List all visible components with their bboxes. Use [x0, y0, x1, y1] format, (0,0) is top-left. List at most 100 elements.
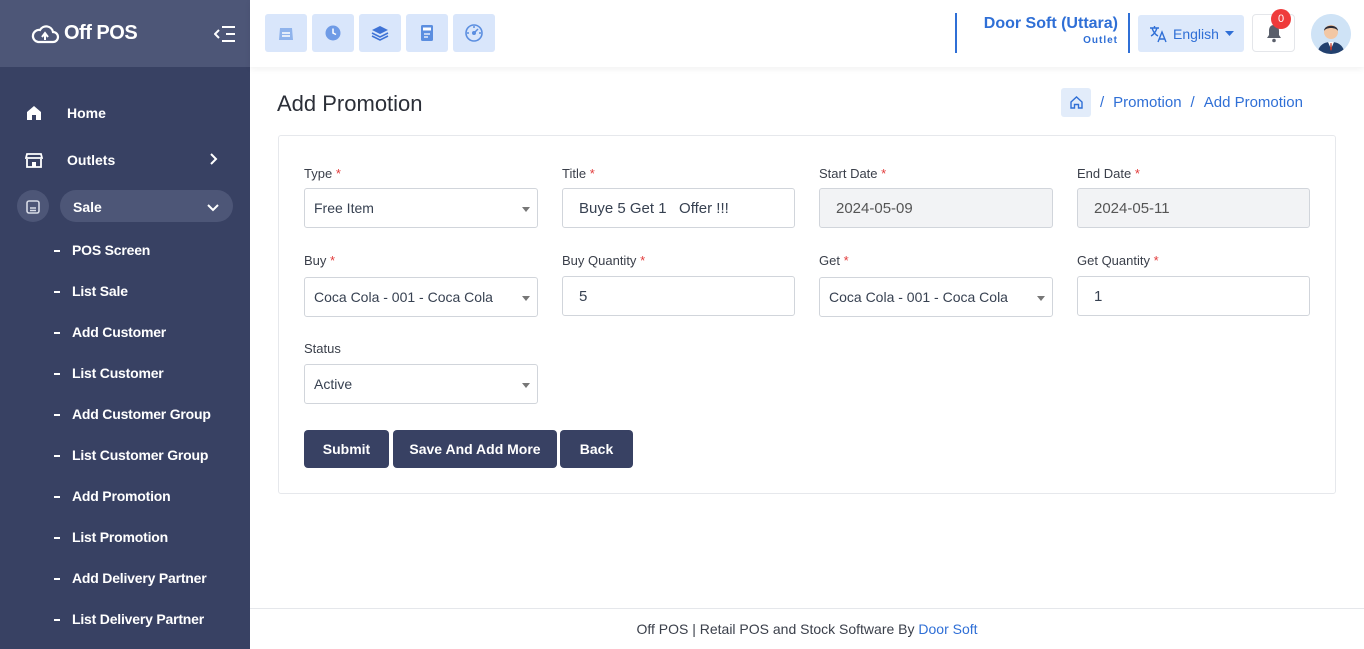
submenu-item-label: List Sale: [72, 283, 128, 299]
pos-register-icon: [279, 28, 293, 40]
sidebar-item-outlets[interactable]: Outlets: [0, 136, 250, 183]
dash-icon: [54, 332, 60, 334]
required-mark: *: [1134, 166, 1140, 181]
start-date-label: Start Date *: [819, 166, 886, 181]
topbar: Door Soft (Uttara) Outlet English 0: [250, 0, 1364, 67]
outlet-label: Outlet: [1083, 35, 1118, 46]
submenu-item-add-delivery-partner[interactable]: Add Delivery Partner: [0, 558, 250, 599]
title-label: Title *: [562, 166, 595, 181]
caret-down-icon: [522, 207, 530, 212]
submenu-item-list-sale[interactable]: List Sale: [0, 271, 250, 312]
sidebar-item-label: Outlets: [67, 151, 116, 168]
submenu-item-list-customer[interactable]: List Customer: [0, 353, 250, 394]
brand-name: Off POS: [64, 22, 138, 44]
submenu-item-label: Add Delivery Partner: [72, 570, 207, 586]
dash-icon: [54, 373, 60, 375]
submenu-item-label: List Customer Group: [72, 447, 209, 463]
submenu-item-add-promotion[interactable]: Add Promotion: [0, 476, 250, 517]
user-avatar[interactable]: [1311, 14, 1351, 54]
label-text: Type: [304, 166, 333, 181]
submenu-item-list-promotion[interactable]: List Promotion: [0, 517, 250, 558]
layers-icon: [371, 26, 389, 41]
pos-icon: [24, 198, 42, 216]
cloud-logo-icon: [31, 24, 60, 43]
label-text: Get Quantity: [1077, 253, 1150, 268]
end-date-input[interactable]: 2024-05-11: [1077, 188, 1310, 228]
submenu-item-add-customer[interactable]: Add Customer: [0, 312, 250, 353]
dash-icon: [54, 619, 60, 621]
breadcrumb-home-button[interactable]: [1061, 88, 1091, 117]
submenu-item-label: List Delivery Partner: [72, 611, 204, 627]
sidebar-collapse-button[interactable]: [212, 21, 238, 47]
dash-icon: [54, 455, 60, 457]
logo-bar: Off POS: [0, 0, 250, 67]
brand-logo[interactable]: Off POS: [30, 22, 138, 46]
required-mark: *: [589, 166, 595, 181]
buy-quantity-input[interactable]: 5: [562, 276, 795, 316]
required-mark: *: [1153, 253, 1159, 268]
sidebar-item-label: Home: [67, 104, 106, 121]
quick-dashboard-button[interactable]: [453, 14, 495, 52]
breadcrumb: / Promotion / Add Promotion: [1061, 88, 1303, 117]
buy-quantity-label: Buy Quantity *: [562, 253, 645, 268]
home-icon: [1069, 96, 1083, 109]
title-input[interactable]: Buye 5 Get 1 Offer !!!: [562, 188, 795, 228]
label-text: Get: [819, 253, 840, 268]
caret-down-icon: [522, 296, 530, 301]
footer-text: Off POS | Retail POS and Stock Software …: [636, 621, 919, 637]
dash-icon: [54, 291, 60, 293]
page-title: Add Promotion: [277, 91, 423, 116]
start-date-input[interactable]: 2024-05-09: [819, 188, 1053, 228]
status-label: Status: [304, 341, 341, 356]
quick-layers-button[interactable]: [359, 14, 401, 52]
quick-clock-button[interactable]: [312, 14, 354, 52]
get-quantity-label: Get Quantity *: [1077, 253, 1159, 268]
home-icon: [25, 104, 43, 122]
buy-select-value: Coca Cola - 001 - Coca Cola: [314, 289, 493, 305]
dash-icon: [54, 496, 60, 498]
language-dropdown[interactable]: English: [1138, 15, 1244, 52]
sidebar-item-home[interactable]: Home: [0, 89, 250, 136]
status-select[interactable]: Active: [304, 364, 538, 404]
submenu-item-list-customer-group[interactable]: List Customer Group: [0, 435, 250, 476]
user-avatar-icon: [1311, 14, 1351, 54]
buy-select[interactable]: Coca Cola - 001 - Coca Cola: [304, 277, 538, 317]
required-mark: *: [330, 253, 336, 268]
clock-icon: [325, 25, 341, 41]
dashboard-gauge-icon: [465, 24, 483, 42]
sidebar: Off POS Home Outlets Sale POS Screen Lis…: [0, 0, 250, 649]
required-mark: *: [843, 253, 849, 268]
required-mark: *: [881, 166, 887, 181]
submenu-item-label: List Customer: [72, 365, 164, 381]
type-select[interactable]: Free Item: [304, 188, 538, 228]
get-label: Get *: [819, 253, 849, 268]
quick-calculator-button[interactable]: [406, 14, 448, 52]
submenu-item-add-customer-group[interactable]: Add Customer Group: [0, 394, 250, 435]
label-text: Buy Quantity: [562, 253, 637, 268]
submenu-item-list-delivery-partner[interactable]: List Delivery Partner: [0, 599, 250, 640]
footer-door-soft-link[interactable]: Door Soft: [918, 621, 977, 637]
breadcrumb-current: Add Promotion: [1203, 94, 1303, 111]
submenu-item-label: Add Promotion: [72, 488, 171, 504]
get-select[interactable]: Coca Cola - 001 - Coca Cola: [819, 277, 1053, 317]
submenu-item-label: Add Customer Group: [72, 406, 211, 422]
end-date-label: End Date *: [1077, 166, 1140, 181]
language-label: English: [1173, 25, 1219, 42]
breadcrumb-promotion-link[interactable]: Promotion: [1113, 94, 1181, 111]
outlet-selector[interactable]: Door Soft (Uttara) Outlet: [955, 13, 1130, 53]
get-quantity-input[interactable]: 1: [1077, 276, 1310, 316]
submenu-item-pos-screen[interactable]: POS Screen: [0, 230, 250, 271]
translate-icon: [1150, 25, 1167, 42]
store-icon: [25, 151, 43, 169]
caret-down-icon: [1037, 296, 1045, 301]
caret-down-icon: [522, 383, 530, 388]
dash-icon: [54, 537, 60, 539]
label-text: Start Date: [819, 166, 878, 181]
label-text: End Date: [1077, 166, 1132, 181]
back-button[interactable]: Back: [560, 430, 633, 468]
required-mark: *: [335, 166, 341, 181]
quick-pos-button[interactable]: [265, 14, 307, 52]
sidebar-item-sale[interactable]: Sale: [0, 183, 250, 230]
submit-button[interactable]: Submit: [304, 430, 389, 468]
save-and-add-more-button[interactable]: Save And Add More: [393, 430, 557, 468]
